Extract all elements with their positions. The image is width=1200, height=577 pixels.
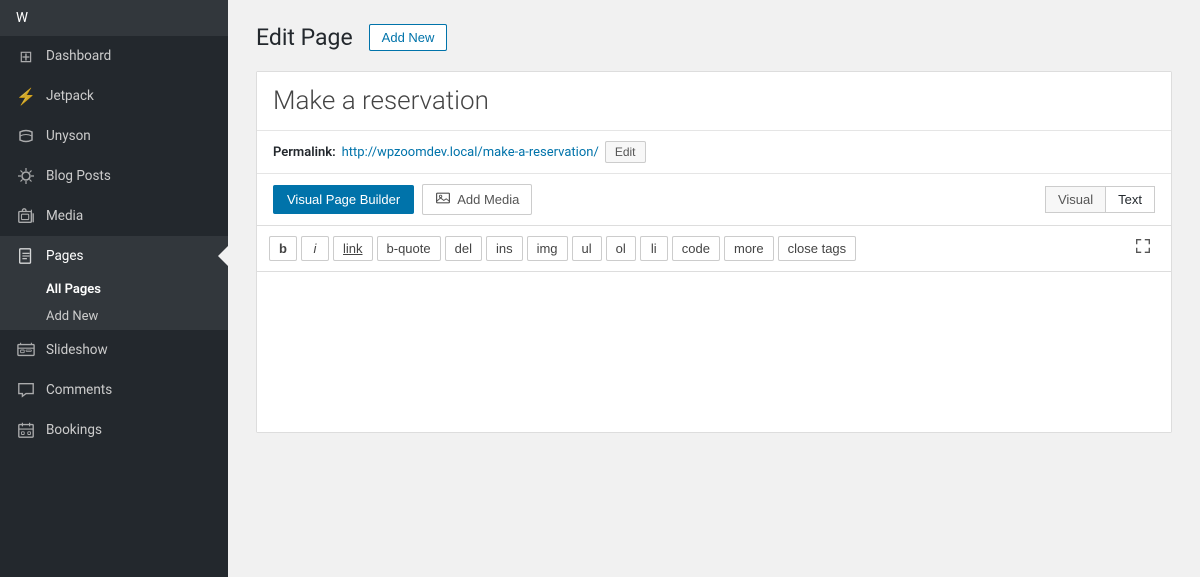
sidebar-subitem-add-new[interactable]: Add New [0, 303, 228, 330]
sidebar-item-blog-posts[interactable]: Blog Posts [0, 156, 228, 196]
format-ins-button[interactable]: ins [486, 236, 523, 261]
jetpack-icon: ⚡ [16, 86, 36, 106]
sidebar-item-label: Dashboard [46, 48, 111, 64]
sidebar-item-dashboard[interactable]: ⊞ Dashboard [0, 36, 228, 76]
format-del-button[interactable]: del [445, 236, 482, 261]
blog-posts-icon [16, 166, 36, 186]
permalink-edit-button[interactable]: Edit [605, 141, 646, 163]
editor-toolbar-format: b i link b-quote del ins img ul ol li co… [257, 226, 1171, 272]
sidebar-item-media[interactable]: Media [0, 196, 228, 236]
tab-text[interactable]: Text [1106, 187, 1154, 212]
format-ol-button[interactable]: ol [606, 236, 636, 261]
sidebar-subitem-all-pages[interactable]: All Pages [0, 276, 228, 303]
main-content: Edit Page Add New Permalink: http://wpzo… [228, 0, 1200, 577]
unyson-icon [16, 126, 36, 146]
slideshow-icon [16, 340, 36, 360]
sidebar: W ⊞ Dashboard ⚡ Jetpack Unyson Blog Post… [0, 0, 228, 577]
sidebar-item-jetpack[interactable]: ⚡ Jetpack [0, 76, 228, 116]
format-li-button[interactable]: li [640, 236, 668, 261]
page-title-input[interactable] [257, 72, 1171, 131]
add-media-label: Add Media [457, 192, 519, 207]
page-header: Edit Page Add New [256, 24, 1172, 51]
format-italic-button[interactable]: i [301, 236, 329, 261]
format-ul-button[interactable]: ul [572, 236, 602, 261]
visual-page-builder-button[interactable]: Visual Page Builder [273, 185, 414, 214]
wp-logo-item[interactable]: W [0, 0, 228, 36]
editor-container: Permalink: http://wpzoomdev.local/make-a… [256, 71, 1172, 433]
sidebar-item-label: Jetpack [46, 88, 94, 104]
pages-icon [16, 246, 36, 266]
sidebar-item-pages[interactable]: Pages [0, 236, 228, 276]
add-media-icon [435, 190, 451, 209]
permalink-url[interactable]: http://wpzoomdev.local/make-a-reservatio… [342, 145, 599, 160]
page-title: Edit Page [256, 24, 353, 51]
editor-body[interactable] [257, 272, 1171, 432]
comments-icon [16, 380, 36, 400]
editor-toolbar-top: Visual Page Builder Add Media Visual Tex… [257, 174, 1171, 226]
dashboard-icon: ⊞ [16, 46, 36, 66]
permalink-label: Permalink: [273, 145, 336, 160]
sidebar-item-label: Media [46, 208, 83, 224]
tab-visual[interactable]: Visual [1046, 187, 1106, 212]
format-bquote-button[interactable]: b-quote [377, 236, 441, 261]
sidebar-item-label: Bookings [46, 422, 102, 438]
view-tabs: Visual Text [1045, 186, 1155, 213]
sidebar-item-unyson[interactable]: Unyson [0, 116, 228, 156]
media-icon [16, 206, 36, 226]
format-close-tags-button[interactable]: close tags [778, 236, 857, 261]
all-pages-label: All Pages [46, 282, 101, 297]
sidebar-item-label: Comments [46, 382, 112, 398]
permalink-bar: Permalink: http://wpzoomdev.local/make-a… [257, 131, 1171, 174]
sidebar-item-slideshow[interactable]: Slideshow [0, 330, 228, 370]
wp-logo: W [16, 10, 28, 26]
format-code-button[interactable]: code [672, 236, 720, 261]
add-media-button[interactable]: Add Media [422, 184, 532, 215]
format-img-button[interactable]: img [527, 236, 568, 261]
sidebar-item-label: Unyson [46, 128, 91, 144]
sidebar-item-label: Blog Posts [46, 168, 111, 184]
add-new-label: Add New [46, 309, 98, 324]
sidebar-item-bookings[interactable]: Bookings [0, 410, 228, 450]
expand-editor-button[interactable] [1127, 234, 1159, 263]
sidebar-item-label: Slideshow [46, 342, 108, 358]
sidebar-item-label: Pages [46, 248, 84, 264]
format-more-button[interactable]: more [724, 236, 774, 261]
header-add-new-button[interactable]: Add New [369, 24, 448, 51]
bookings-icon [16, 420, 36, 440]
format-bold-button[interactable]: b [269, 236, 297, 261]
format-link-button[interactable]: link [333, 236, 373, 261]
sidebar-item-comments[interactable]: Comments [0, 370, 228, 410]
